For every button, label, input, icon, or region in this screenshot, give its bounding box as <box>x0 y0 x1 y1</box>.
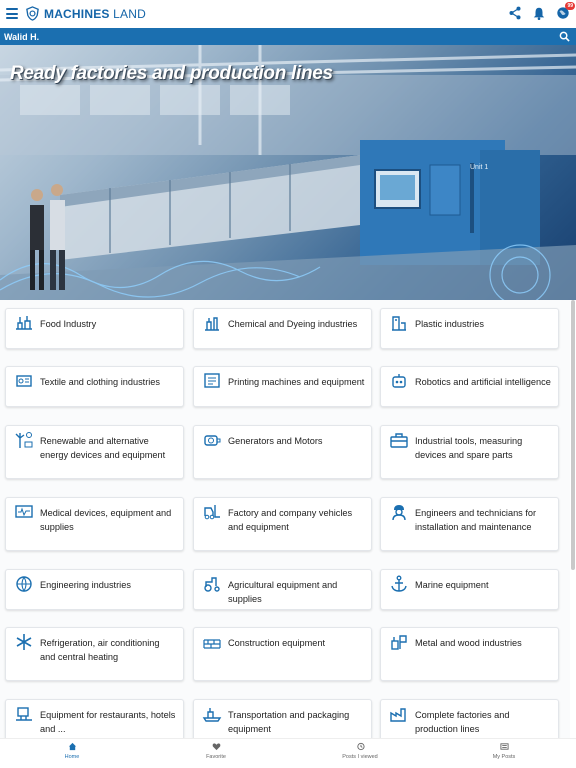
bottom-navigation: Home Favorite Posts I viewed My Posts <box>0 738 576 768</box>
category-label: Transportation and packaging equipment <box>228 710 350 734</box>
share-icon[interactable] <box>508 6 522 20</box>
category-label: Plastic industries <box>415 319 484 329</box>
bricks-icon <box>203 639 221 649</box>
hero-banner[interactable]: Unit 1 Ready factories and production li… <box>0 45 576 300</box>
category-label: Renewable and alternative energy devices… <box>40 436 166 460</box>
category-grid: Food Industry Chemical and Dyeing indust… <box>0 300 570 738</box>
category-card-vehicles[interactable]: Factory and company vehicles and equipme… <box>193 497 372 551</box>
app-bar: MACHINES LAND 99 <box>0 0 576 28</box>
category-label: Engineers and technicians for installati… <box>415 508 537 532</box>
category-label: Marine equipment <box>415 580 489 590</box>
forklift-icon <box>204 505 220 520</box>
category-card-refrigeration[interactable]: Refrigeration, air conditioning and cent… <box>5 627 184 681</box>
nav-posts-viewed[interactable]: Posts I viewed <box>300 742 420 760</box>
tractor-icon <box>204 577 220 592</box>
search-icon[interactable] <box>559 31 570 42</box>
food-industry-icon <box>16 316 32 330</box>
notification-badge: 99 <box>565 2 575 10</box>
category-card-plastic[interactable]: Plastic industries <box>380 308 559 349</box>
category-label: Agricultural equipment and supplies <box>228 580 338 604</box>
category-card-renewable[interactable]: Renewable and alternative energy devices… <box>5 425 184 479</box>
scrollbar[interactable] <box>571 300 575 570</box>
factory-icon <box>390 708 406 722</box>
heart-icon <box>212 743 220 751</box>
printing-icon <box>204 373 220 388</box>
category-label: Chemical and Dyeing industries <box>228 319 358 329</box>
hero-title: Ready factories and production lines <box>10 63 333 84</box>
logo-shield-icon <box>26 6 39 21</box>
category-card-engineering[interactable]: Engineering industries <box>5 569 184 610</box>
category-card-medical[interactable]: Medical devices, equipment and supplies <box>5 497 184 551</box>
plastic-industry-icon <box>392 316 406 331</box>
globe-gear-icon <box>16 576 32 593</box>
nav-home[interactable]: Home <box>12 742 132 760</box>
renewable-energy-icon <box>15 432 33 448</box>
category-label: Complete factories and production lines <box>415 710 510 734</box>
home-icon <box>68 742 76 751</box>
category-card-generators[interactable]: Generators and Motors <box>193 425 372 479</box>
toolbox-icon <box>390 433 408 448</box>
nav-favorite-label: Favorite <box>206 754 226 760</box>
nav-posts-viewed-label: Posts I viewed <box>342 754 378 760</box>
logo-text-thin: LAND <box>113 6 146 21</box>
app-logo[interactable]: MACHINES LAND <box>25 6 146 21</box>
menu-icon[interactable] <box>6 8 18 19</box>
svg-text:Unit 1: Unit 1 <box>470 164 488 171</box>
category-label: Medical devices, equipment and supplies <box>40 508 172 532</box>
history-icon <box>356 742 365 751</box>
category-label: Food Industry <box>40 319 97 329</box>
category-card-printing[interactable]: Printing machines and equipment <box>193 366 372 407</box>
category-label: Printing machines and equipment <box>228 377 365 387</box>
medical-monitor-icon <box>15 505 33 518</box>
nav-my-posts-label: My Posts <box>492 754 516 760</box>
list-icon <box>499 743 509 750</box>
category-card-metal-wood[interactable]: Metal and wood industries <box>380 627 559 681</box>
category-label: Generators and Motors <box>228 436 323 446</box>
category-label: Refrigeration, air conditioning and cent… <box>40 638 160 662</box>
notification-bell-icon[interactable] <box>532 6 546 20</box>
textile-icon <box>16 375 32 387</box>
category-label: Factory and company vehicles and equipme… <box>228 508 353 532</box>
category-card-construction[interactable]: Construction equipment <box>193 627 372 681</box>
category-card-complete-factories[interactable]: Complete factories and production lines <box>380 699 559 738</box>
category-card-agricultural[interactable]: Agricultural equipment and supplies <box>193 569 372 610</box>
transport-icon <box>202 708 222 722</box>
category-label: Industrial tools, measuring devices and … <box>415 436 523 460</box>
category-label: Metal and wood industries <box>415 638 522 648</box>
logo-text-bold: MACHINES <box>44 6 110 21</box>
category-card-restaurants[interactable]: Equipment for restaurants, hotels and ..… <box>5 699 184 738</box>
category-card-transportation[interactable]: Transportation and packaging equipment <box>193 699 372 738</box>
category-card-engineers[interactable]: Engineers and technicians for installati… <box>380 497 559 551</box>
chemical-industry-icon <box>205 317 219 331</box>
nav-my-posts[interactable]: My Posts <box>444 742 564 760</box>
category-label: Textile and clothing industries <box>40 377 161 387</box>
category-card-food-industry[interactable]: Food Industry <box>5 308 184 349</box>
snowflake-icon <box>16 634 32 650</box>
anchor-icon <box>391 575 407 592</box>
category-label: Engineering industries <box>40 580 131 590</box>
robot-icon <box>392 374 406 388</box>
nav-home-label: Home <box>64 754 80 760</box>
engineer-icon <box>392 505 406 521</box>
category-card-chemical[interactable]: Chemical and Dyeing industries <box>193 308 372 349</box>
category-card-textile[interactable]: Textile and clothing industries <box>5 366 184 407</box>
metal-wood-icon <box>391 635 407 650</box>
generator-icon <box>204 435 221 446</box>
category-label: Robotics and artificial intelligence <box>415 377 551 387</box>
category-card-industrial-tools[interactable]: Industrial tools, measuring devices and … <box>380 425 559 479</box>
category-label: Equipment for restaurants, hotels and ..… <box>40 710 176 734</box>
category-card-marine[interactable]: Marine equipment <box>380 569 559 610</box>
user-bar: Walid H. <box>0 28 576 45</box>
language-globe-button[interactable]: 99 <box>556 2 575 20</box>
category-card-robotics[interactable]: Robotics and artificial intelligence <box>380 366 559 407</box>
category-label: Construction equipment <box>228 638 326 648</box>
user-name[interactable]: Walid H. <box>4 32 39 42</box>
nav-favorite[interactable]: Favorite <box>156 742 276 760</box>
restaurant-equipment-icon <box>16 707 32 721</box>
